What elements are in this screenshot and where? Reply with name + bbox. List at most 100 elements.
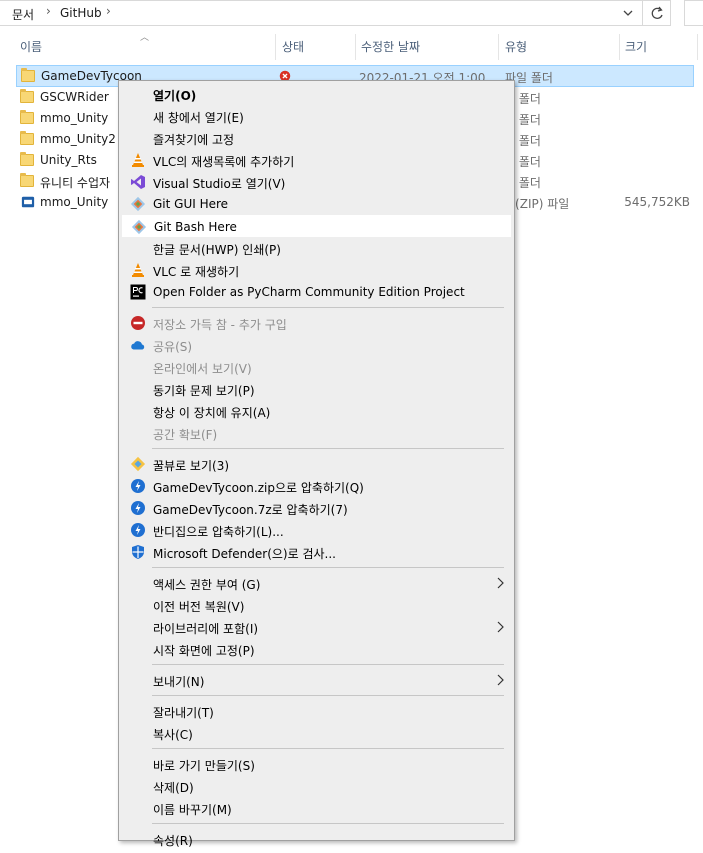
- column-divider[interactable]: [498, 34, 499, 60]
- vlc-icon: [132, 153, 144, 167]
- file-name[interactable]: mmo_Unity: [40, 195, 108, 209]
- file-name[interactable]: mmo_Unity: [40, 111, 108, 125]
- column-header-size[interactable]: 크기: [625, 38, 647, 55]
- search-input[interactable]: [684, 0, 703, 26]
- menu-item-label: 한글 문서(HWP) 인쇄(P): [153, 243, 281, 257]
- chevron-down-icon[interactable]: [620, 5, 636, 21]
- file-name[interactable]: GSCWRider: [40, 90, 109, 104]
- menu-item[interactable]: Git Bash Here: [122, 215, 511, 237]
- menu-item[interactable]: Open Folder as PyCharm Community Edition…: [122, 281, 511, 303]
- menu-item-label: 새 창에서 열기(E): [153, 111, 244, 125]
- menu-item[interactable]: Git GUI Here: [122, 193, 511, 215]
- folder-icon: [20, 110, 36, 125]
- column-divider[interactable]: [619, 34, 620, 60]
- menu-item[interactable]: VLC의 재생목록에 추가하기: [122, 149, 511, 171]
- folder-icon: [20, 131, 36, 146]
- menu-item-label: Git GUI Here: [153, 197, 229, 211]
- menu-item-label: 동기화 문제 보기(P): [153, 384, 255, 398]
- sort-ascending-icon: ︿: [140, 33, 150, 43]
- menu-item[interactable]: 이전 버전 복원(V): [122, 594, 511, 616]
- menu-item-label: GameDevTycoon.7z로 압축하기(7): [153, 503, 348, 517]
- column-header-type[interactable]: 유형: [505, 38, 527, 55]
- folder-icon: [20, 173, 36, 188]
- menu-item[interactable]: 보내기(N): [122, 669, 511, 691]
- chevron-right-icon: [497, 621, 504, 633]
- bandizip-icon: [131, 479, 145, 493]
- menu-item[interactable]: 액세스 권한 부여 (G): [122, 572, 511, 594]
- git-icon: [130, 196, 146, 212]
- column-header-name[interactable]: 이름: [20, 38, 42, 55]
- menu-separator: [152, 664, 504, 665]
- menu-item[interactable]: Visual Studio로 열기(V): [122, 171, 511, 193]
- menu-item-label: GameDevTycoon.zip으로 압축하기(Q): [153, 481, 364, 495]
- menu-separator: [152, 448, 504, 449]
- menu-item[interactable]: 잘라내기(T): [122, 700, 511, 722]
- menu-item-label: 속성(R): [153, 834, 193, 848]
- menu-item[interactable]: 시작 화면에 고정(P): [122, 638, 511, 660]
- refresh-icon: [651, 6, 663, 19]
- column-header-status[interactable]: 상태: [282, 38, 304, 55]
- chevron-right-icon: [497, 674, 504, 686]
- menu-item-label: 항상 이 장치에 유지(A): [153, 406, 271, 420]
- menu-item[interactable]: 복사(C): [122, 722, 511, 744]
- menu-item-label: VLC 로 재생하기: [153, 265, 240, 279]
- menu-item-label: Visual Studio로 열기(V): [153, 177, 286, 191]
- menu-item[interactable]: 새 창에서 열기(E): [122, 105, 511, 127]
- menu-item[interactable]: VLC 로 재생하기: [122, 259, 511, 281]
- menu-item[interactable]: GameDevTycoon.7z로 압축하기(7): [122, 497, 511, 519]
- menu-item-label: 공유(S): [153, 340, 193, 354]
- menu-item-label: 즐겨찾기에 고정: [153, 133, 235, 147]
- menu-item[interactable]: Microsoft Defender(으)로 검사...: [122, 541, 511, 563]
- folder-icon: [20, 89, 34, 103]
- menu-item-label: 잘라내기(T): [153, 706, 214, 720]
- file-name[interactable]: mmo_Unity2: [40, 132, 116, 146]
- menu-item-label: 삭제(D): [153, 781, 194, 795]
- refresh-button[interactable]: [643, 0, 671, 26]
- column-divider[interactable]: [355, 34, 356, 60]
- column-header-modified[interactable]: 수정한 날짜: [361, 38, 420, 55]
- git-icon: [131, 219, 147, 235]
- menu-item[interactable]: 항상 이 장치에 유지(A): [122, 400, 511, 422]
- menu-item-label: 이름 바꾸기(M): [153, 803, 232, 817]
- menu-item[interactable]: 바로 가기 만들기(S): [122, 753, 511, 775]
- breadcrumb-github[interactable]: GitHub: [60, 6, 102, 20]
- column-divider[interactable]: [697, 34, 698, 60]
- zip-icon: [20, 195, 36, 209]
- menu-item-label: 온라인에서 보기(V): [153, 362, 252, 376]
- menu-item[interactable]: 반디집으로 압축하기(L)...: [122, 519, 511, 541]
- file-name[interactable]: Unity_Rts: [40, 153, 97, 167]
- honeyview-icon: [130, 456, 146, 472]
- menu-item[interactable]: 한글 문서(HWP) 인쇄(P): [122, 237, 511, 259]
- menu-item[interactable]: 열기(O): [122, 83, 511, 105]
- file-name[interactable]: 유니티 수업자: [40, 174, 110, 191]
- menu-item[interactable]: 라이브러리에 포함(I): [122, 616, 511, 638]
- context-menu[interactable]: 열기(O) 새 창에서 열기(E) 즐겨찾기에 고정 VLC의 재생목록에 추가하기 V…: [118, 80, 515, 848]
- menu-item-label: 공간 확보(F): [153, 428, 218, 442]
- menu-item[interactable]: 동기화 문제 보기(P): [122, 378, 511, 400]
- breadcrumb-separator: ›: [46, 4, 51, 18]
- menu-item-label: VLC의 재생목록에 추가하기: [153, 155, 295, 169]
- menu-item[interactable]: GameDevTycoon.zip으로 압축하기(Q): [122, 475, 511, 497]
- menu-item[interactable]: 이름 바꾸기(M): [122, 797, 511, 819]
- breadcrumb-documents[interactable]: 문서: [12, 6, 34, 23]
- breadcrumb-separator: ›: [106, 4, 111, 18]
- column-divider[interactable]: [275, 34, 276, 60]
- menu-item[interactable]: 꿀뷰로 보기(3): [122, 453, 511, 475]
- menu-item-label: 꿀뷰로 보기(3): [153, 459, 230, 473]
- menu-item[interactable]: 즐겨찾기에 고정: [122, 127, 511, 149]
- menu-item-label: Git Bash Here: [154, 220, 237, 234]
- folder-icon: [21, 68, 35, 82]
- folder-icon: [20, 152, 36, 167]
- menu-item-label: 액세스 권한 부여 (G): [153, 578, 261, 592]
- chevron-right-icon: [497, 577, 504, 589]
- visual-studio-icon: [131, 175, 145, 189]
- defender-shield-icon: [132, 545, 144, 559]
- menu-item: 저장소 가득 참 - 추가 구입: [122, 312, 511, 334]
- menu-item[interactable]: 삭제(D): [122, 775, 511, 797]
- menu-item-label: 바로 가기 만들기(S): [153, 759, 255, 773]
- address-bar[interactable]: 문서 › GitHub ›: [0, 0, 643, 26]
- menu-item-label: 열기(O): [153, 89, 197, 103]
- menu-item-label: Open Folder as PyCharm Community Edition…: [153, 285, 465, 299]
- folder-icon: [20, 110, 34, 124]
- menu-item[interactable]: 속성(R): [122, 828, 511, 850]
